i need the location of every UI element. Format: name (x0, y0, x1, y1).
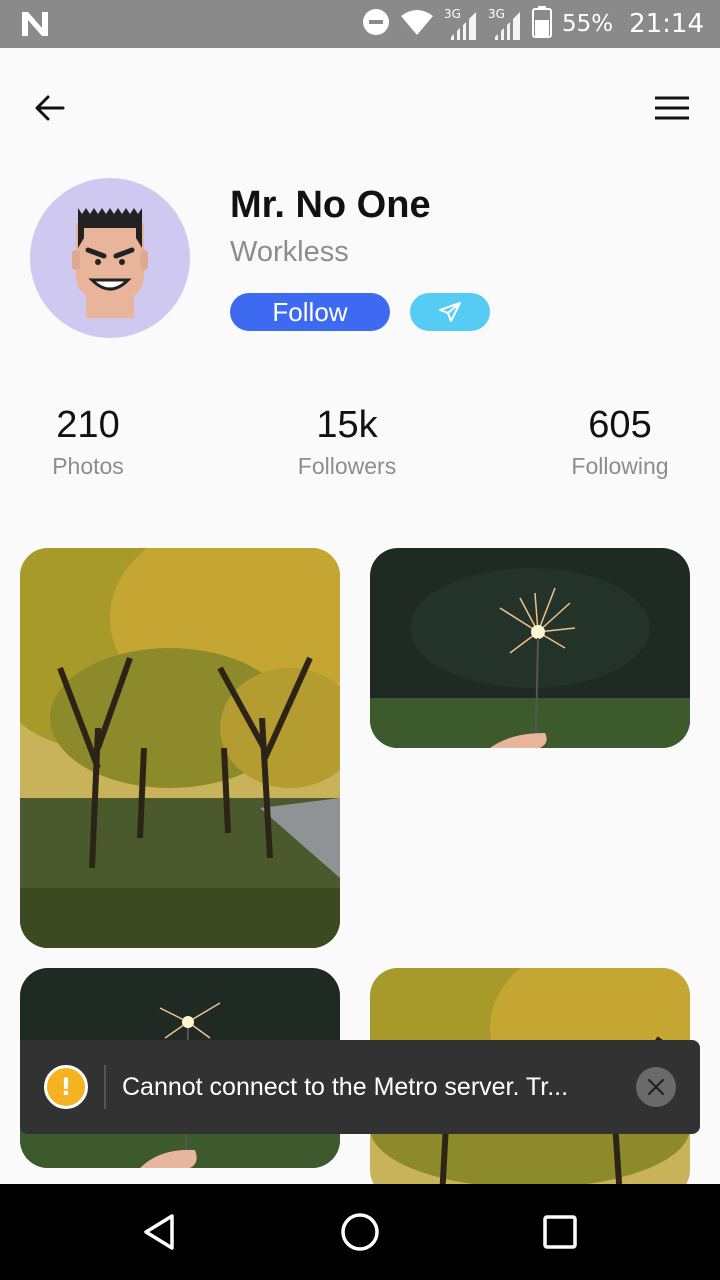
dnd-icon (362, 8, 390, 41)
stat-label: Photos (52, 453, 124, 479)
hamburger-menu-icon (655, 96, 689, 120)
profile-role: Workless (230, 236, 349, 268)
avatar-face-icon (72, 208, 148, 318)
back-button[interactable] (30, 88, 70, 128)
stat-following[interactable]: 605 Following (550, 404, 690, 480)
photo-autumn-trees[interactable] (20, 548, 340, 948)
follow-button[interactable]: Follow (230, 293, 390, 331)
avatar (30, 178, 190, 338)
stat-value: 210 (56, 404, 120, 446)
nav-back-icon (144, 1214, 174, 1250)
stat-photos[interactable]: 210 Photos (28, 404, 148, 480)
clock: 21:14 (629, 9, 704, 39)
error-toast: ! Cannot connect to the Metro server. Tr… (20, 1040, 700, 1134)
warning-icon: ! (44, 1065, 88, 1109)
notification-n-icon (20, 10, 50, 43)
battery-percent: 55% (561, 11, 614, 37)
stat-followers[interactable]: 15k Followers (277, 404, 417, 480)
stat-label: Followers (297, 453, 397, 479)
send-message-button[interactable] (410, 293, 490, 331)
cell-signal-1-icon: 3G (444, 7, 478, 41)
app-header (0, 48, 720, 168)
profile-name: Mr. No One (230, 184, 431, 226)
menu-button[interactable] (652, 88, 692, 128)
nav-recents-icon (543, 1215, 577, 1249)
wifi-icon (400, 8, 434, 41)
toast-message: Cannot connect to the Metro server. Tr..… (122, 1072, 569, 1101)
stat-value: 15k (316, 404, 378, 446)
stat-value: 605 (588, 404, 652, 446)
cell-signal-2-icon: 3G (488, 7, 522, 41)
photo-sparkler[interactable] (370, 548, 690, 748)
paper-plane-icon (439, 302, 461, 322)
battery-icon (531, 5, 552, 43)
nav-recents-button[interactable] (536, 1208, 584, 1256)
nav-back-button[interactable] (136, 1208, 184, 1256)
nav-home-button[interactable] (336, 1208, 384, 1256)
toast-close-button[interactable] (636, 1067, 676, 1107)
toast-divider (104, 1065, 106, 1109)
system-navigation-bar (0, 1184, 720, 1280)
status-bar: 3G 3G 55% 21:14 (0, 0, 720, 48)
stat-label: Following (571, 453, 669, 479)
nav-home-icon (341, 1213, 379, 1251)
close-icon (647, 1078, 665, 1096)
arrow-left-icon (35, 95, 65, 121)
